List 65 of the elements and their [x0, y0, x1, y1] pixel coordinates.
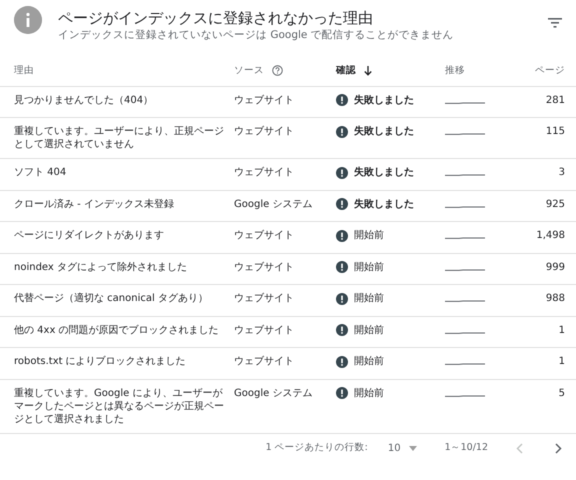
page-count: 115 [546, 126, 565, 137]
status-text: 開始前 [354, 324, 384, 336]
reason-text: ページにリダイレクトがあります [14, 229, 165, 242]
help-icon[interactable] [272, 65, 283, 76]
status-text: 失敗しました [354, 125, 414, 138]
info-icon [14, 6, 42, 34]
page-range: 1～10/12 [444, 441, 488, 456]
status-text: 開始前 [354, 355, 384, 368]
warning-icon [336, 356, 348, 368]
page-count: 1,498 [536, 230, 565, 241]
page-count: 988 [546, 293, 565, 304]
page-count: 5 [558, 388, 565, 398]
warning-icon [336, 166, 348, 178]
source-text: ウェブサイト [234, 293, 294, 304]
column-header[interactable]: ソース [234, 64, 264, 78]
warning-icon [336, 94, 348, 106]
status-text: 開始前 [354, 260, 384, 274]
status-text: 失敗しました [354, 166, 414, 179]
source-text: Google システム [234, 198, 312, 210]
reason-text: ソフト 404 [14, 166, 68, 179]
status-text: 開始前 [354, 229, 384, 242]
source-text: Google システム [234, 388, 312, 398]
page-count: 1 [558, 356, 565, 367]
source-text: ウェブサイト [234, 94, 294, 106]
warning-icon [336, 198, 348, 210]
warning-icon [336, 324, 348, 336]
column-header[interactable]: 理由 [14, 64, 34, 78]
warning-icon [336, 230, 348, 242]
warning-icon [336, 261, 348, 273]
rows-per-page-select[interactable]: 10 [384, 441, 421, 456]
warning-icon [336, 126, 348, 138]
source-text: ウェブサイト [234, 126, 294, 137]
column-header[interactable]: 確認 [336, 64, 356, 78]
rows-per-page-label: 1 ページあたりの行数: [266, 441, 368, 456]
warning-icon [336, 387, 348, 399]
page-title: ページがインデックスに登録されなかった理由 [58, 8, 374, 28]
reason-text: 他の 4xx の問題が原因でブロックされました [14, 324, 220, 336]
status-text: 開始前 [354, 292, 384, 305]
status-text: 失敗しました [354, 198, 414, 210]
source-text: ウェブサイト [234, 230, 294, 241]
page-subtitle: インデックスに登録されていないページは Google で配信することができません [58, 28, 455, 42]
status-text: 失敗しました [354, 94, 414, 106]
filter-icon[interactable] [548, 18, 562, 28]
warning-icon [336, 292, 348, 304]
status-text: 開始前 [354, 386, 384, 400]
source-text: ウェブサイト [234, 356, 294, 367]
caret-icon [408, 446, 417, 451]
reason-text: noindex タグによって除外されました [14, 260, 188, 274]
source-text: ウェブサイト [234, 167, 294, 178]
sort-arrow-icon[interactable] [364, 66, 372, 76]
source-text: ウェブサイト [234, 262, 294, 272]
source-text: ウェブサイト [234, 324, 294, 336]
reason-text: クロール済み - インデックス未登録 [14, 198, 175, 210]
reason-text: robots.txt によりブロックされました [14, 355, 187, 368]
page-count: 281 [546, 94, 565, 106]
column-header[interactable]: 推移 [445, 64, 465, 78]
reason-text: 見つかりませんでした（404） [14, 94, 154, 106]
page-count: 1 [558, 324, 565, 336]
reason-text: 重複しています。ユーザーにより、正規ページとして選択されていません [14, 125, 225, 151]
page-count: 3 [558, 167, 565, 178]
reason-text: 代替ページ（適切な canonical タグあり） [14, 292, 209, 305]
page-count: 925 [546, 198, 565, 210]
page-count: 999 [546, 262, 565, 272]
column-header[interactable]: ページ [535, 64, 565, 78]
reason-text: 重複しています。Google により、ユーザーがマークしたページとは異なるページが正規ページとして選択されました [14, 386, 225, 426]
